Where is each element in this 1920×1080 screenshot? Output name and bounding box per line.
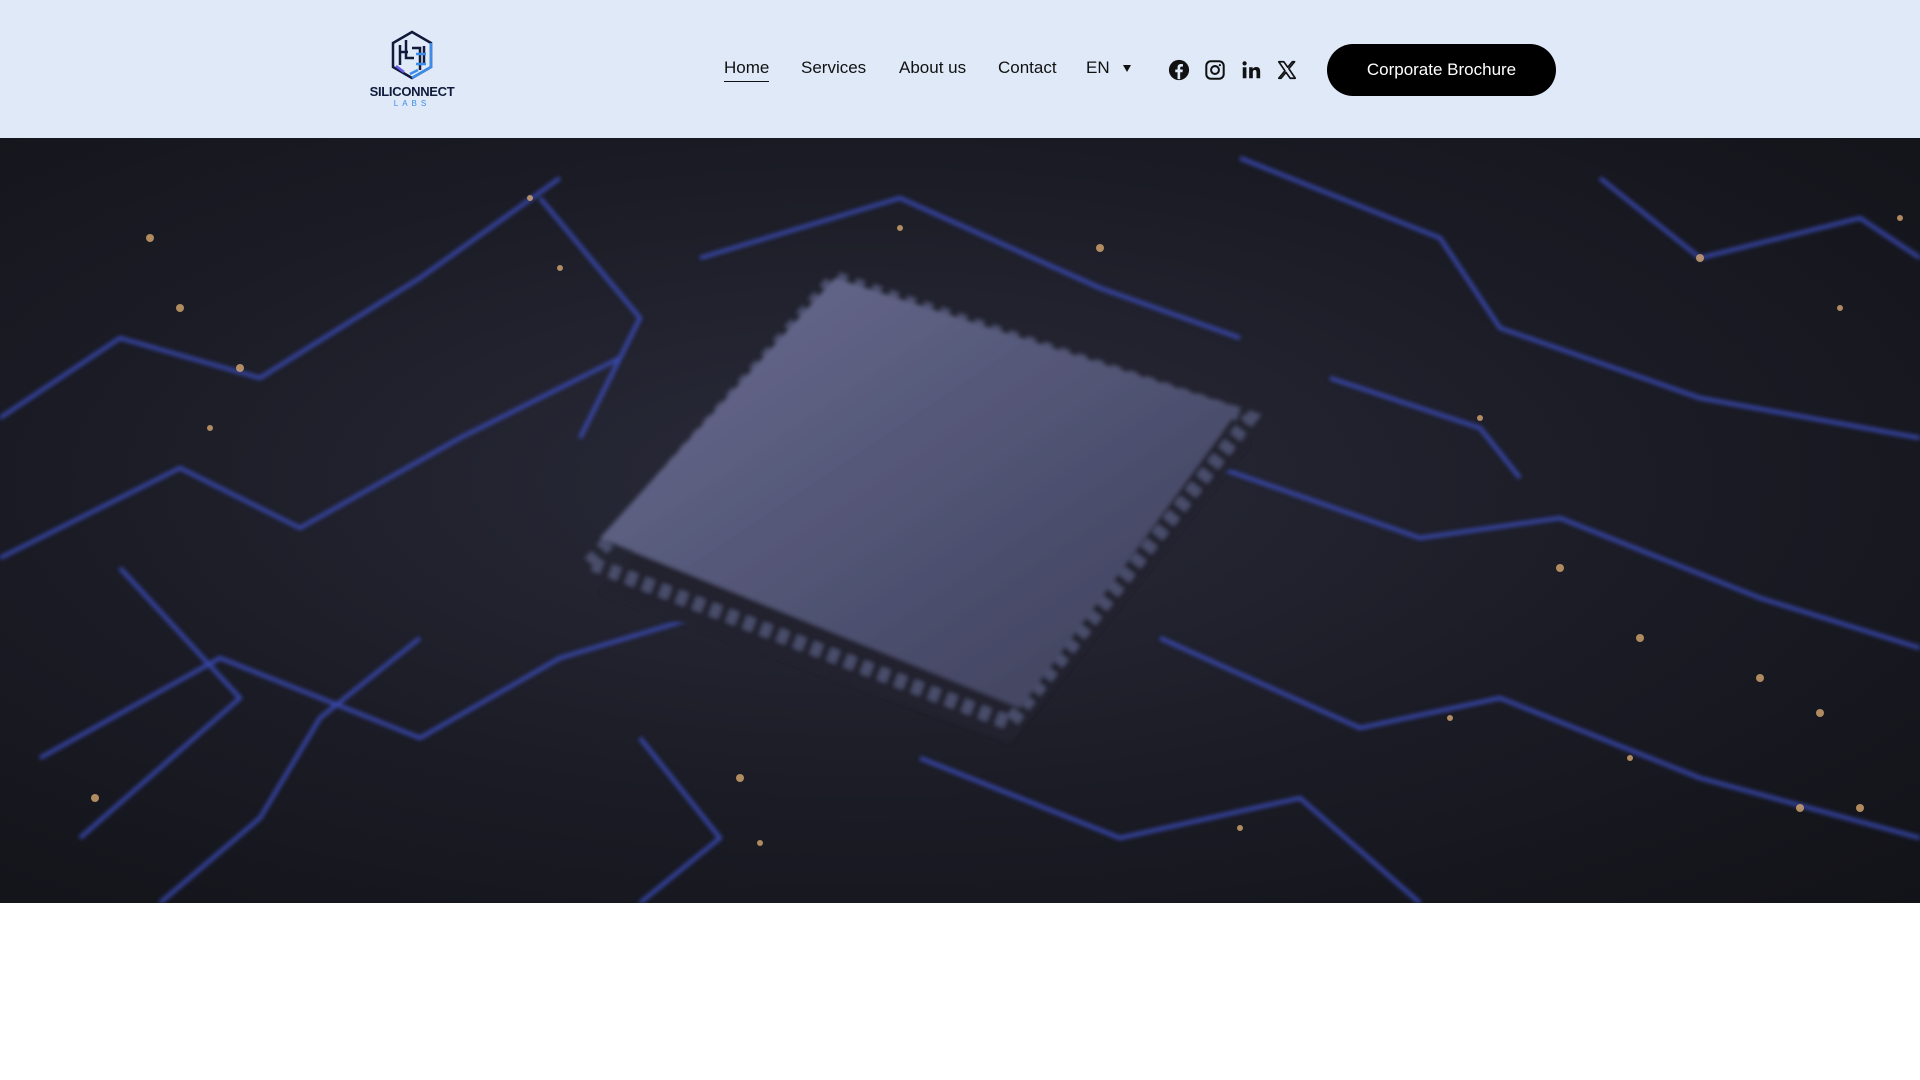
brand-name: SILICONNECT [369,84,455,99]
site-header: SILICONNECT LABS Home Services About us … [0,0,1920,138]
nav-services[interactable]: Services [801,58,866,78]
nav-contact[interactable]: Contact [998,58,1057,78]
language-select[interactable]: EN [1086,58,1110,78]
hero-image [0,138,1920,903]
nav-home[interactable]: Home [724,58,770,82]
brand-subtitle: LABS [393,99,431,108]
facebook-icon[interactable] [1168,59,1190,81]
logo-mark-icon [391,30,433,80]
corporate-brochure-button[interactable]: Corporate Brochure [1327,44,1556,96]
x-icon[interactable] [1276,59,1298,81]
logo[interactable]: SILICONNECT LABS [364,30,460,108]
instagram-icon[interactable] [1204,59,1226,81]
linkedin-icon[interactable] [1240,59,1262,81]
circuit-chip-illustration [0,156,1920,903]
nav-about-us[interactable]: About us [899,58,966,78]
chevron-down-icon[interactable] [1123,65,1131,72]
